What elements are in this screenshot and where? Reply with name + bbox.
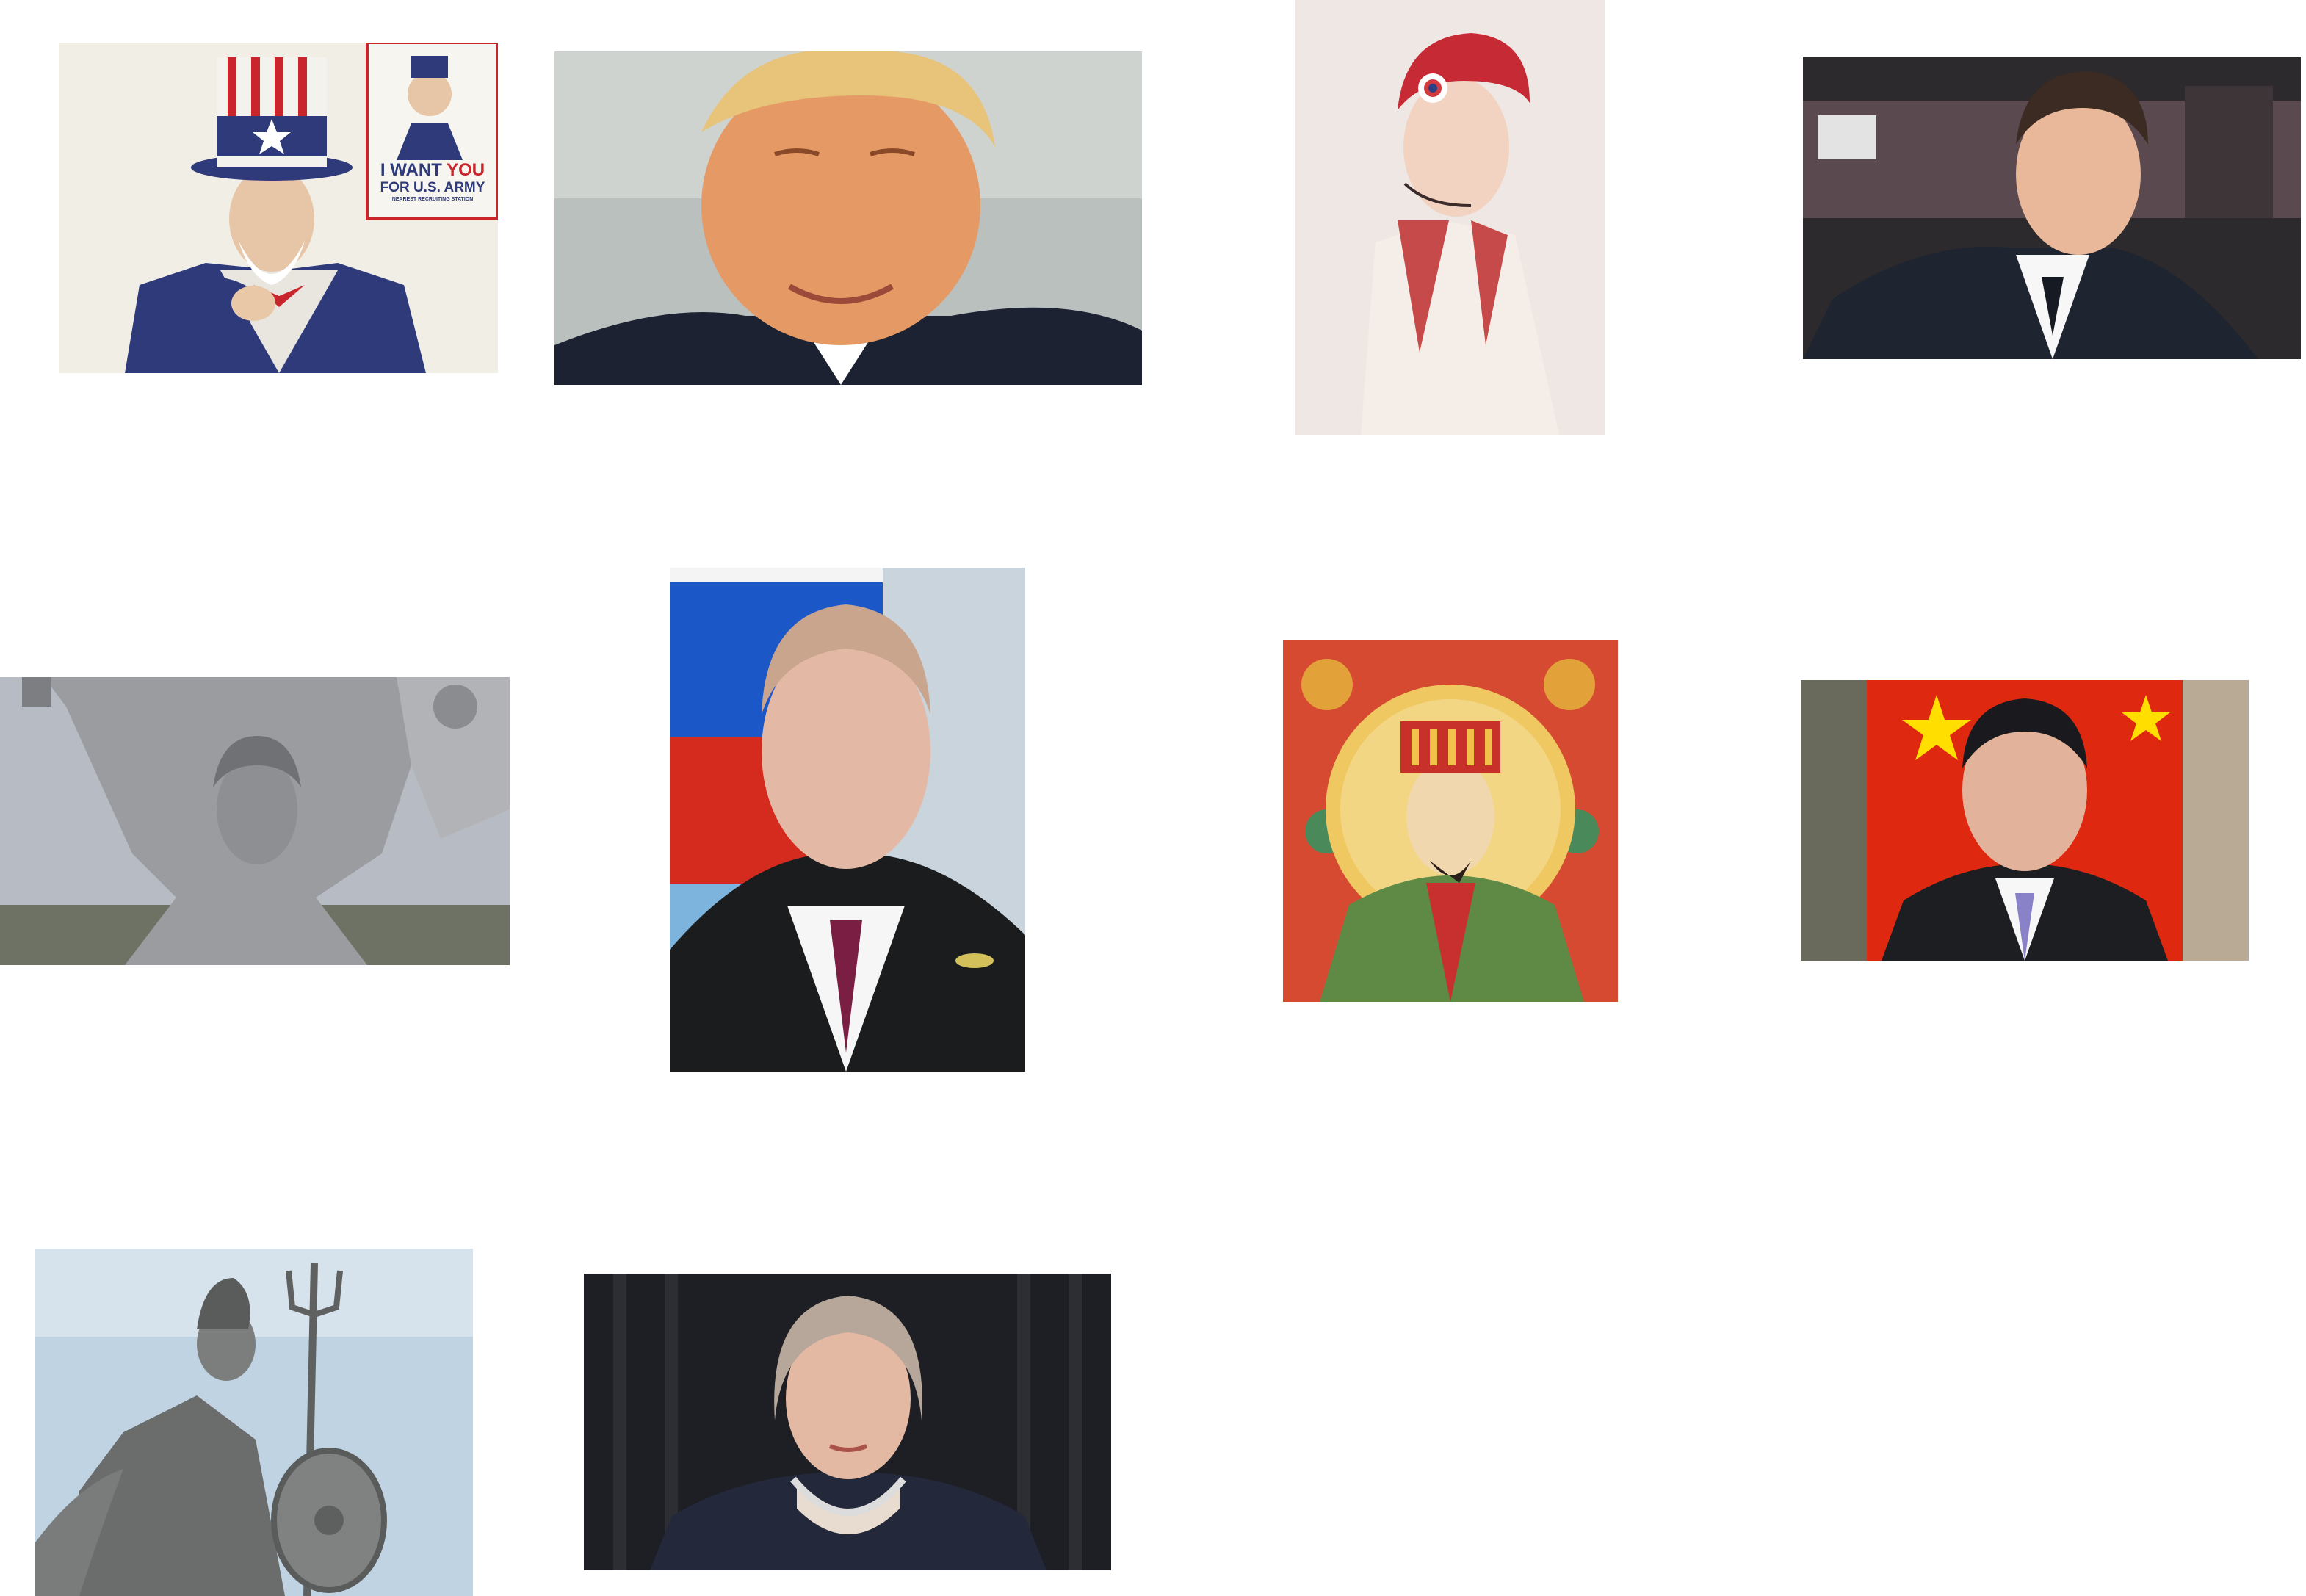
red-cap-woman-illustration[interactable] xyxy=(1295,0,1605,435)
poster-line-2: FOR U.S. ARMY xyxy=(380,180,485,195)
poster-you: YOU xyxy=(447,160,485,180)
smiling-man-photo[interactable] xyxy=(554,51,1142,385)
britannia-statue-photo[interactable] xyxy=(35,1249,473,1596)
man-with-flag-photo[interactable] xyxy=(670,568,1025,1072)
man-in-parliament-photo[interactable] xyxy=(1803,57,2301,359)
woman-with-necklace-photo[interactable] xyxy=(584,1274,1111,1570)
poster-i-want: I WANT xyxy=(380,160,447,180)
man-with-red-flag-photo[interactable] xyxy=(1801,680,2249,961)
uncle-sam-poster-image[interactable]: I WANT YOU FOR U.S. ARMY NEAREST RECRUIT… xyxy=(59,43,498,373)
poster-line-3: NEAREST RECRUITING STATION xyxy=(391,197,474,202)
poster-line-1: I WANT YOU xyxy=(371,162,494,179)
motherland-statue-photo[interactable] xyxy=(0,677,510,965)
chinese-emperor-painting[interactable] xyxy=(1283,640,1618,1002)
poster-caption: I WANT YOU FOR U.S. ARMY NEAREST RECRUIT… xyxy=(371,162,494,203)
